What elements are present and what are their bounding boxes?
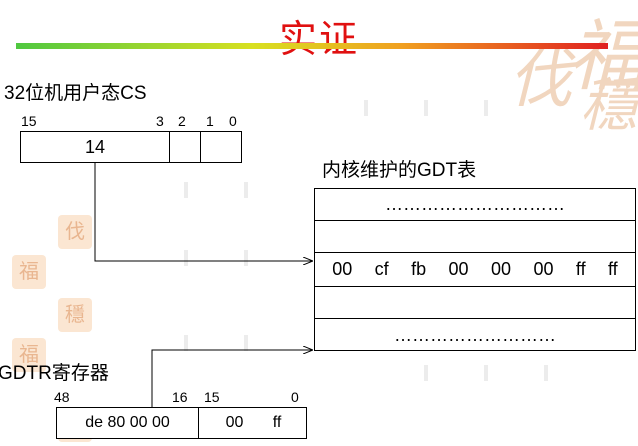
- connector-arrows: [94, 163, 638, 407]
- cs-to-gdt-arrow: [94, 163, 312, 261]
- gdtr-to-gdt-arrow: [151, 350, 312, 407]
